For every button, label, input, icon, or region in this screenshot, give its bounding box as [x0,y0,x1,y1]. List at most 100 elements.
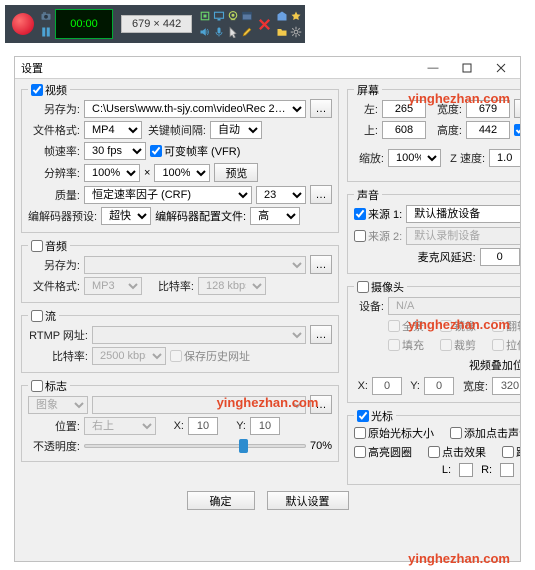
camera-device-select: N/A [388,297,520,315]
fps-select[interactable]: 30 fps [84,142,146,160]
cam-full-checkbox [388,320,400,332]
cam-scale-checkbox [388,339,400,351]
defaults-button[interactable]: 默认设置 [267,491,349,510]
select-region-button[interactable]: 选择区域 [514,99,520,118]
dimensions-display: 679 × 442 [121,15,192,33]
screen-height-input[interactable] [466,121,510,139]
cursor-group: 光标 原始光标大小添加点击声音效果 高亮圆圈点击效果跟踪跟踪 L:R: [347,415,520,485]
zspeed-select[interactable]: 1.0 [489,149,520,167]
screen-left-input[interactable] [382,100,426,118]
mic-icon[interactable] [213,26,225,38]
stream-enable-checkbox[interactable] [31,310,43,322]
camera-icon[interactable] [40,10,52,22]
logo-y-input [250,417,280,435]
source2-select: 默认录制设备 [406,227,520,245]
folder-icon[interactable] [276,26,288,38]
cam-stretch-checkbox [492,339,504,351]
video-enable-checkbox[interactable] [31,84,43,96]
camera-enable-checkbox[interactable] [357,281,369,293]
orig-cursor-checkbox[interactable] [354,427,366,439]
quality-select[interactable]: 恒定速率因子 (CRF) [84,186,252,204]
source2-checkbox[interactable] [354,230,366,242]
cam-x-input [372,377,402,395]
cam-y-input [424,377,454,395]
history-checkbox [170,350,182,362]
preview-button[interactable]: 预览 [214,163,258,182]
stream-group: 流 RTMP 网址:… 比特率:2500 kbps保存历史网址 [21,315,339,373]
tag-icon[interactable] [276,10,288,22]
window-icon[interactable] [241,10,253,22]
screen-top-input[interactable] [382,121,426,139]
gear-icon[interactable] [290,26,302,38]
highlight-checkbox[interactable] [354,446,366,458]
audio-saveas-select [84,256,306,274]
res-w-select[interactable]: 100% [84,164,140,182]
vfr-checkbox[interactable] [150,145,162,157]
audio-bitrate-select: 128 kbps [198,277,266,295]
video-saveas-browse-button[interactable]: … [310,99,332,118]
window-title: 设置 [21,60,43,76]
webcam-icon[interactable] [227,10,239,22]
screen-width-input[interactable] [466,100,510,118]
camera-group: 摄像头 设备:N/A预览 全景镜像翻转 填充裁剪拉伸 视频叠加位置:右下 X:Y… [347,286,520,403]
maximize-button[interactable] [450,57,484,79]
screen-group: 屏幕 左:宽度:选择区域 上:高度:区域框架 缩放:100%Z 速度:1.0GP… [347,89,520,182]
monitor-icon[interactable] [213,10,225,22]
audio-saveas-browse-button[interactable]: … [310,255,332,274]
watermark: yinghezhan.com [408,551,510,566]
cursor-icon[interactable] [227,26,239,38]
source1-checkbox[interactable] [354,208,366,220]
audio-format-select: MP3 [84,277,142,295]
source1-select[interactable]: 默认播放设备 [406,205,520,223]
video-format-select[interactable]: MP4 [84,121,142,139]
pencil-icon[interactable] [241,26,253,38]
stream-bitrate-select: 2500 kbps [92,347,166,365]
recorder-toolbar: 00:00 679 × 442 [5,5,305,43]
opacity-slider[interactable] [84,444,306,448]
pause-icon[interactable] [40,26,52,38]
left-color-swatch[interactable] [459,463,473,477]
close-button[interactable] [484,57,518,79]
mic-delay-input[interactable] [480,248,520,266]
speaker-icon[interactable] [199,26,211,38]
preset-select[interactable]: 超快 [101,207,151,225]
logo-enable-checkbox[interactable] [31,380,43,392]
res-h-select[interactable]: 100% [154,164,210,182]
minimize-button[interactable]: — [416,57,450,79]
rtmp-more-button[interactable]: … [310,325,332,344]
cam-mirror-checkbox [440,320,452,332]
logo-group: 标志 图象… 位置:右上X:Y: 不透明度:70% [21,385,339,462]
chip-icon[interactable] [199,10,211,22]
logo-type-select: 图象 [28,396,88,414]
record-button[interactable] [7,7,39,41]
cursor-enable-checkbox[interactable] [357,410,369,422]
audio-enable-checkbox[interactable] [31,240,43,252]
rtmp-select [92,326,306,344]
quality-more-button[interactable]: … [310,185,332,204]
logo-browse-button[interactable]: … [310,395,332,414]
video-saveas-select[interactable]: C:\Users\www.th-sjy.com\video\Rec 2… [84,100,306,118]
sound-group: 声音 来源 1:默认播放设备… 来源 2:默认录制设备… 麦克风延迟:ms [347,194,520,274]
ok-button[interactable]: 确定 [187,491,255,510]
region-frame-checkbox[interactable] [514,124,520,136]
logo-pos-select: 右上 [84,417,156,435]
click-sound-checkbox[interactable] [450,427,462,439]
star-icon[interactable] [290,10,302,22]
cam-flip-checkbox [492,320,504,332]
track-checkbox[interactable]: 跟踪 [502,446,514,458]
audio-group: 音频 另存为:… 文件格式:MP3比特率:128 kbps [21,245,339,303]
profile-select[interactable]: 高 [250,207,300,225]
right-color-swatch[interactable] [500,463,514,477]
logo-path-select [92,396,306,414]
settings-window: 设置 — 视频 另存为:C:\Users\www.th-sjy.com\vide… [14,56,521,562]
timer-led: 00:00 [55,9,113,39]
keyframe-select[interactable]: 自动 [210,121,262,139]
logo-x-input [188,417,218,435]
clickfx-checkbox[interactable] [428,446,440,458]
close-red-icon[interactable] [257,17,272,32]
cam-w-input [492,377,520,395]
crf-select[interactable]: 23 [256,186,306,204]
scale-select[interactable]: 100% [388,149,441,167]
video-group: 视频 另存为:C:\Users\www.th-sjy.com\video\Rec… [21,89,339,233]
titlebar: 设置 — [15,57,520,79]
